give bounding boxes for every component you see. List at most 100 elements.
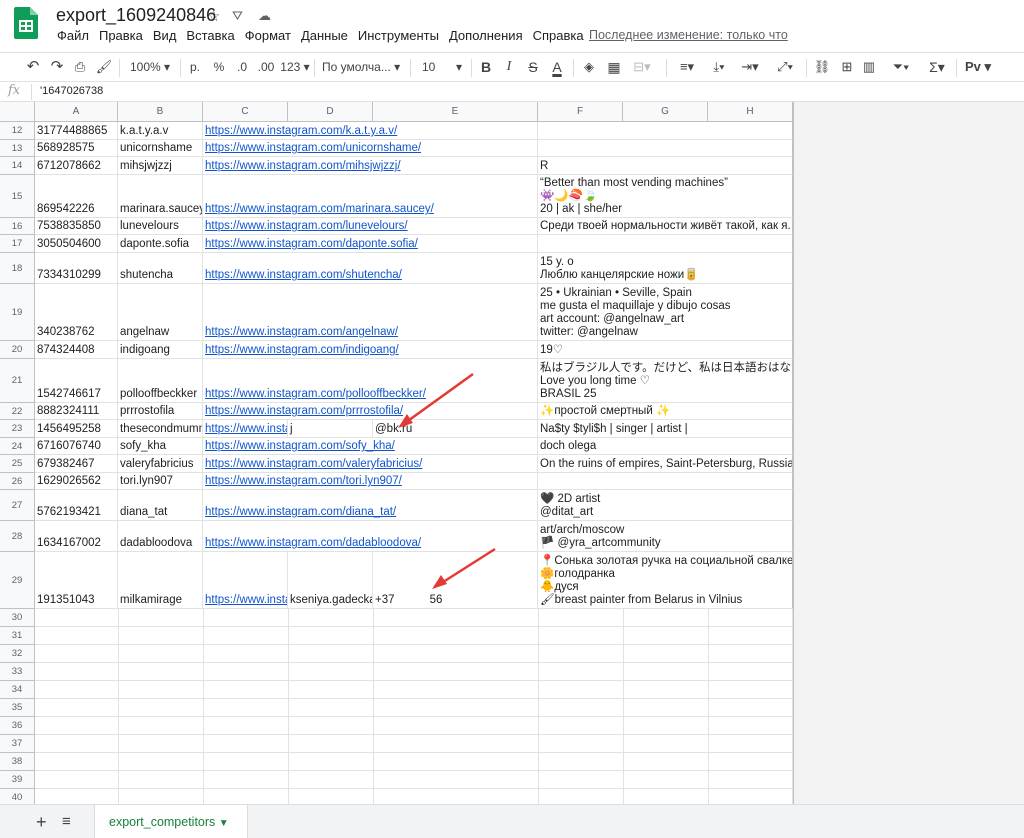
vertical-align-icon[interactable]: ⤓▾	[706, 56, 732, 78]
bold-button[interactable]: B	[477, 56, 495, 78]
cell-a16[interactable]: 7538835850	[35, 218, 118, 235]
cell-f24[interactable]: doch olega	[538, 438, 793, 455]
cell-f26[interactable]	[538, 473, 793, 490]
row-header[interactable]: 26	[0, 473, 35, 490]
cell-b14[interactable]: mihsjwjzzj	[118, 157, 203, 175]
cell-f25[interactable]: On the ruins of empires, Saint-Petersbur…	[538, 455, 793, 473]
menu-format[interactable]: Формат	[240, 28, 296, 48]
cell-c16[interactable]: https://www.instagram.com/lunevelours/	[203, 218, 538, 235]
row-header[interactable]: 20	[0, 341, 35, 359]
cell-c26[interactable]: https://www.instagram.com/tori.lyn907/	[203, 473, 538, 490]
cell-a13[interactable]: 568928575	[35, 140, 118, 157]
column-header-b[interactable]: B	[118, 102, 203, 122]
cell-d29[interactable]: kseniya.gadecka	[288, 552, 373, 609]
row-header[interactable]: 18	[0, 253, 35, 284]
cell-c19[interactable]: https://www.instagram.com/angelnaw/	[203, 284, 538, 341]
cell-c29[interactable]: https://www.insta	[203, 552, 288, 609]
cell-e29[interactable]: +37 56	[373, 552, 538, 609]
redo-icon[interactable]: ↷	[48, 56, 66, 78]
cell-f27[interactable]: 🖤 2D artist @ditat_art	[538, 490, 793, 521]
row-header[interactable]: 33	[0, 663, 35, 681]
cell-c17[interactable]: https://www.instagram.com/daponte.sofia/	[203, 235, 538, 253]
column-header-c[interactable]: C	[203, 102, 288, 122]
column-header-d[interactable]: D	[288, 102, 373, 122]
insert-chart-icon[interactable]: ▥	[860, 56, 878, 78]
cell-b17[interactable]: daponte.sofia	[118, 235, 203, 253]
print-icon[interactable]: ⎙	[71, 56, 89, 78]
text-rotate-icon[interactable]: ⤢▾	[768, 56, 802, 78]
cell-f16[interactable]: Среди твоей нормальности живёт такой, ка…	[538, 218, 793, 235]
last-edit-link[interactable]: Последнее изменение: только что	[589, 28, 788, 42]
row-header[interactable]: 15	[0, 175, 35, 218]
cell-f23[interactable]: Na$ty $tyli$h | singer | artist |	[538, 420, 793, 438]
row-header[interactable]: 35	[0, 699, 35, 717]
sheet-grid[interactable]: A B C D E F G H 12 31774488865 k.a.t.y.a.v https://…	[0, 102, 1024, 804]
menu-help[interactable]: Справка	[528, 28, 589, 48]
cell-f15[interactable]: “Better than most vending machines” 👾🌙🍣🍃…	[538, 175, 793, 218]
horizontal-align-icon[interactable]: ≡▾	[674, 56, 700, 78]
menu-view[interactable]: Вид	[148, 28, 182, 48]
add-sheet-icon[interactable]: +	[36, 812, 47, 833]
cell-b24[interactable]: sofy_kha	[118, 438, 203, 455]
row-header[interactable]: 39	[0, 771, 35, 789]
filter-icon[interactable]: ⏷▾	[884, 56, 918, 78]
cell-b25[interactable]: valeryfabricius	[118, 455, 203, 473]
cell-b18[interactable]: shutencha	[118, 253, 203, 284]
cell-a26[interactable]: 1629026562	[35, 473, 118, 490]
star-icon[interactable]: ☆	[207, 7, 220, 25]
row-header[interactable]: 23	[0, 420, 35, 438]
cell-b15[interactable]: marinara.saucey	[118, 175, 203, 218]
merge-cells-icon[interactable]: ⊟▾	[629, 56, 655, 78]
cell-a15[interactable]: 869542226	[35, 175, 118, 218]
cell-d23[interactable]: j	[288, 420, 373, 438]
row-header[interactable]: 28	[0, 521, 35, 552]
cell-c22[interactable]: https://www.instagram.com/prrrostofila/	[203, 403, 538, 420]
column-header-g[interactable]: G	[623, 102, 708, 122]
cell-a24[interactable]: 6716076740	[35, 438, 118, 455]
cell-b29[interactable]: milkamirage	[118, 552, 203, 609]
row-header[interactable]: 29	[0, 552, 35, 609]
select-all-corner[interactable]	[0, 102, 35, 122]
cell-b26[interactable]: tori.lyn907	[118, 473, 203, 490]
cell-b28[interactable]: dadabloodova	[118, 521, 203, 552]
row-header[interactable]: 17	[0, 235, 35, 253]
cell-c12[interactable]: https://www.instagram.com/k.a.t.y.a.v/	[203, 122, 538, 140]
sheets-logo[interactable]	[14, 7, 38, 39]
cell-a25[interactable]: 679382467	[35, 455, 118, 473]
menu-addons[interactable]: Дополнения	[444, 28, 528, 48]
insert-comment-icon[interactable]: ⊞	[838, 56, 856, 78]
document-title[interactable]: export_1609240846	[56, 5, 216, 26]
cell-b21[interactable]: pollooffbeckker	[118, 359, 203, 403]
all-sheets-icon[interactable]: ≡	[62, 813, 71, 830]
borders-icon[interactable]: ▦	[605, 56, 623, 78]
cell-c25[interactable]: https://www.instagram.com/valeryfabriciu…	[203, 455, 538, 473]
row-header[interactable]: 24	[0, 438, 35, 455]
cell-e23[interactable]: @bk.ru	[373, 420, 538, 438]
row-header[interactable]: 34	[0, 681, 35, 699]
increase-decimal-button[interactable]: .00	[256, 56, 276, 78]
menu-data[interactable]: Данные	[296, 28, 353, 48]
cell-c15[interactable]: https://www.instagram.com/marinara.sauce…	[203, 175, 538, 218]
menu-tools[interactable]: Инструменты	[353, 28, 444, 48]
menu-file[interactable]: Файл	[52, 28, 94, 48]
cell-f14[interactable]: R	[538, 157, 793, 175]
cell-f22[interactable]: ✨простой смертный ✨	[538, 403, 793, 420]
cell-f20[interactable]: 19♡	[538, 341, 793, 359]
row-header[interactable]: 38	[0, 753, 35, 771]
cell-f18[interactable]: 15 y. o Люблю канцелярские ножи🥫	[538, 253, 793, 284]
cell-a19[interactable]: 340238762	[35, 284, 118, 341]
column-header-e[interactable]: E	[373, 102, 538, 122]
row-header[interactable]: 19	[0, 284, 35, 341]
paint-format-icon[interactable]: 🖌	[95, 56, 113, 78]
cell-f29[interactable]: 📍Сонька золотая ручка на социальной свал…	[538, 552, 793, 609]
cell-b23[interactable]: thesecondmumm	[118, 420, 203, 438]
formula-input[interactable]: '1647026738	[40, 85, 103, 97]
zoom-select[interactable]: 100% ▾	[126, 56, 174, 78]
cell-c20[interactable]: https://www.instagram.com/indigoang/	[203, 341, 538, 359]
cell-c27[interactable]: https://www.instagram.com/diana_tat/	[203, 490, 538, 521]
cell-a20[interactable]: 874324408	[35, 341, 118, 359]
cell-a21[interactable]: 1542746617	[35, 359, 118, 403]
functions-icon[interactable]: Σ▾	[922, 56, 952, 78]
cell-f12[interactable]	[538, 122, 793, 140]
font-size-select[interactable]: 10 ▾	[418, 56, 466, 78]
